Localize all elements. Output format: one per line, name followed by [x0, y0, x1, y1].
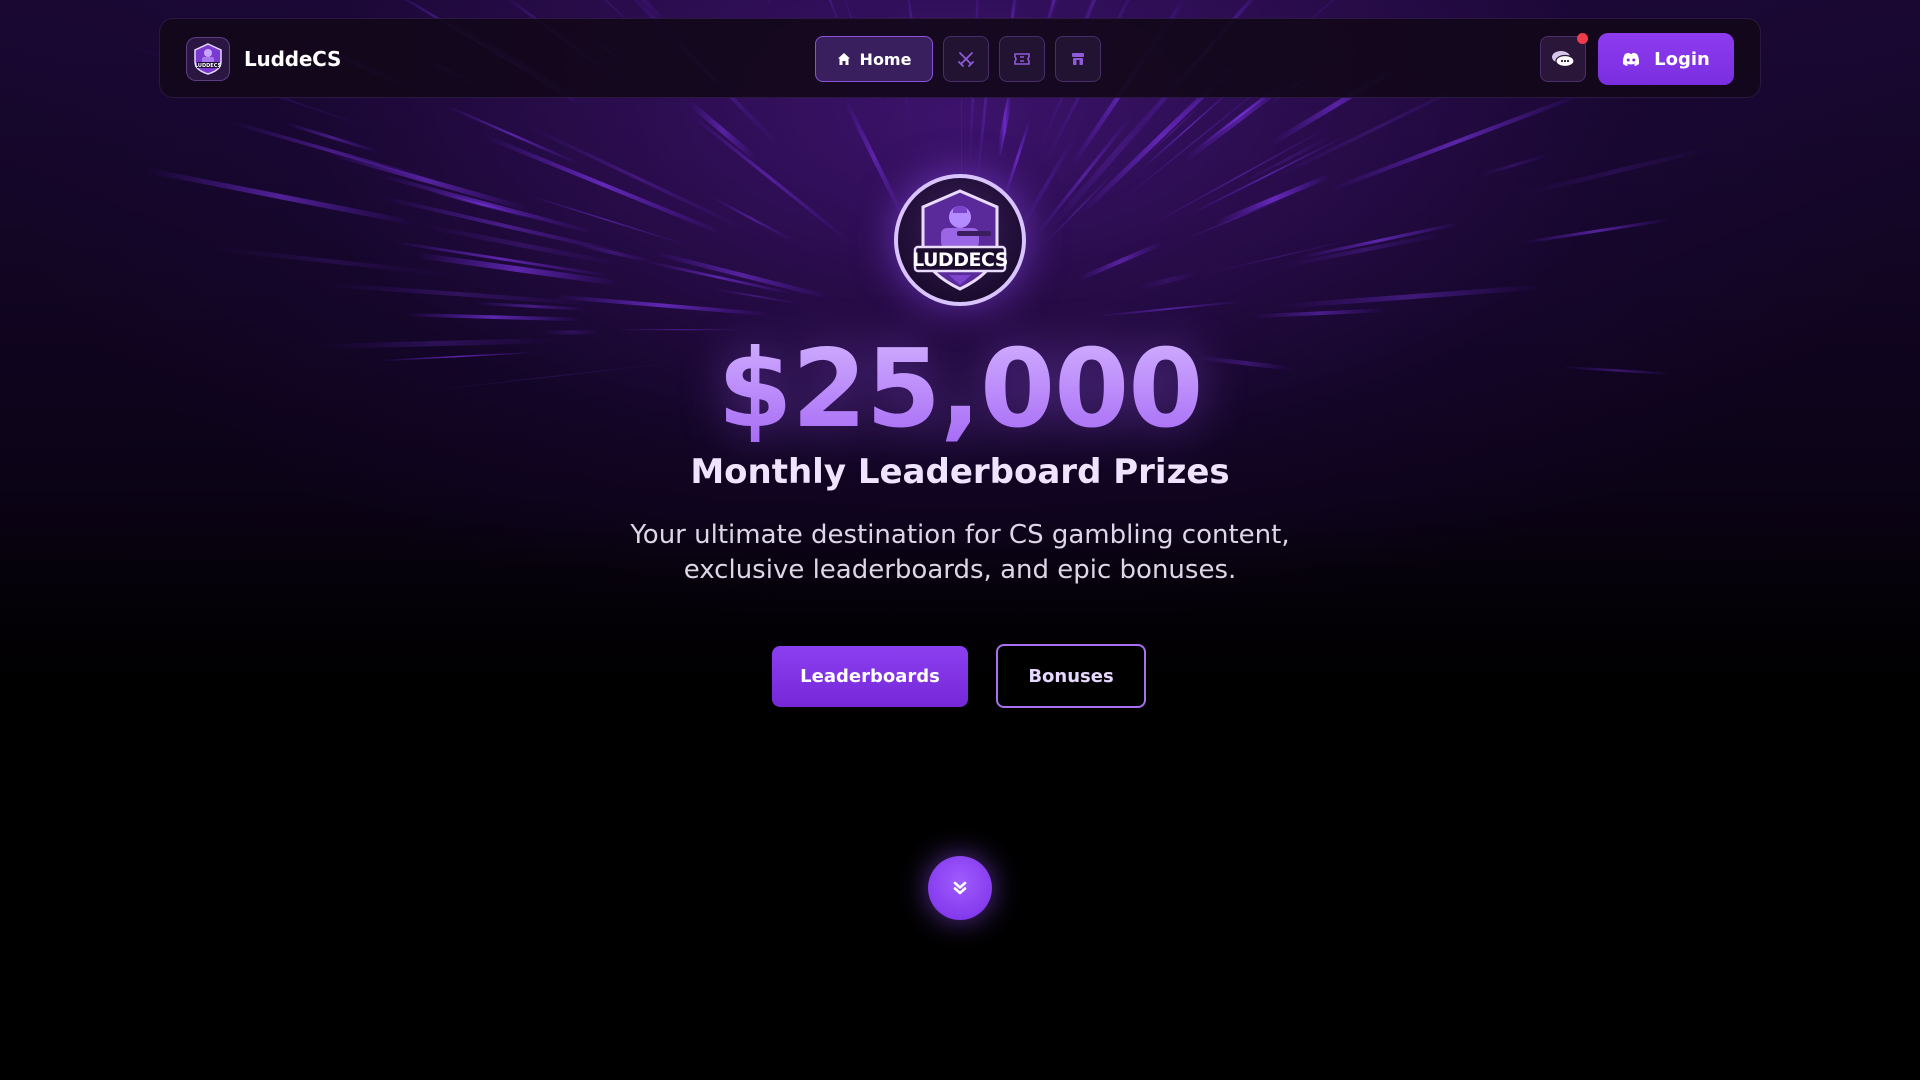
notification-dot: [1577, 33, 1588, 44]
light-streak: [1561, 365, 1674, 376]
light-streak: [1295, 221, 1464, 260]
light-streak: [321, 149, 532, 212]
hero-logo: LUDDECS: [894, 174, 1026, 306]
light-streak: [1326, 92, 1585, 193]
home-icon: [837, 52, 851, 66]
light-streak: [1279, 231, 1450, 269]
leaderboards-button[interactable]: Leaderboards: [772, 645, 968, 707]
store-icon: [1070, 51, 1086, 67]
hero-actions: Leaderboards Bonuses: [772, 644, 1146, 708]
light-streak: [1042, 71, 1189, 237]
nav-battles-button[interactable]: [943, 36, 989, 82]
light-streak: [573, 242, 655, 264]
light-streak: [1251, 308, 1389, 319]
light-streak: [645, 260, 794, 295]
light-streak: [1142, 103, 1203, 160]
light-streak: [1016, 132, 1079, 234]
light-streak: [1199, 237, 1362, 276]
light-streak: [710, 195, 795, 242]
hero-description: Your ultimate destination for CS gamblin…: [560, 518, 1360, 588]
light-streak: [1240, 133, 1337, 185]
light-streak: [1275, 284, 1548, 310]
scroll-down-button[interactable]: [928, 856, 992, 920]
nav-home-label: Home: [859, 49, 912, 69]
light-streak: [842, 96, 906, 219]
light-streak: [551, 294, 774, 317]
light-streak: [522, 122, 749, 232]
light-streak: [225, 119, 441, 184]
light-streak: [1514, 144, 1718, 198]
light-streak: [319, 282, 601, 307]
light-streak: [390, 240, 613, 278]
bonuses-button[interactable]: Bonuses: [996, 644, 1146, 708]
light-streak: [709, 287, 802, 305]
nav-actions: Login: [1540, 33, 1734, 85]
light-streak: [1034, 114, 1134, 237]
brand-logo: LUDDECS: [186, 37, 230, 81]
chevron-down-icon: [951, 880, 969, 896]
light-streak: [378, 351, 537, 362]
discord-icon: [1622, 52, 1640, 66]
light-streak: [1184, 196, 1289, 240]
light-streak: [142, 167, 420, 226]
light-streak: [685, 110, 852, 244]
login-button[interactable]: Login: [1598, 33, 1734, 85]
ticket-icon: [1013, 51, 1031, 67]
light-streak: [481, 134, 725, 236]
light-streak: [524, 193, 688, 246]
nav-home-button[interactable]: Home: [815, 36, 933, 82]
light-streak: [1477, 153, 1552, 178]
hero-description-line-2: exclusive leaderboards, and epic bonuses…: [683, 555, 1237, 585]
light-streak: [445, 104, 582, 166]
light-streak: [1076, 240, 1165, 282]
light-streak: [995, 90, 1015, 156]
chat-icon: [1550, 49, 1576, 69]
brand-name: LuddeCS: [244, 47, 342, 71]
svg-text:LUDDECS: LUDDECS: [195, 63, 222, 69]
light-streak: [853, 0, 858, 3]
light-streak: [1212, 172, 1334, 227]
light-streak: [1520, 218, 1672, 245]
hero-subtitle: Monthly Leaderboard Prizes: [690, 452, 1230, 492]
light-streak: [403, 312, 584, 322]
light-streak: [1138, 84, 1237, 172]
light-streak: [414, 222, 628, 268]
prize-amount: $25,000: [560, 330, 1360, 450]
crossed-swords-icon: [957, 50, 975, 68]
hero-description-line-1: Your ultimate destination for CS gamblin…: [630, 520, 1290, 550]
nav-store-button[interactable]: [1055, 36, 1101, 82]
light-streak: [651, 250, 833, 300]
light-streak: [1048, 0, 1058, 20]
light-streak: [1147, 123, 1335, 227]
hero-logo-text: LUDDECS: [912, 249, 1008, 271]
brand[interactable]: LUDDECS LuddeCS: [186, 36, 341, 82]
light-streak: [315, 337, 564, 350]
light-streak: [282, 121, 382, 154]
light-streak: [411, 252, 623, 287]
light-streak: [1040, 171, 1116, 248]
light-streak: [1186, 133, 1351, 217]
light-streak: [376, 173, 597, 235]
top-navbar: LUDDECS LuddeCS Home Login: [159, 18, 1761, 98]
page: LUDDECS LuddeCS Home Login LUDDECS $25,0…: [0, 0, 1920, 1080]
light-streak: [425, 189, 538, 221]
light-streak: [685, 99, 759, 162]
light-streak: [376, 195, 630, 256]
login-label: Login: [1654, 48, 1710, 70]
light-streak: [1096, 300, 1243, 318]
nav-links: Home: [815, 35, 1101, 83]
light-streak: [1135, 270, 1202, 291]
light-streak: [472, 301, 591, 311]
nav-tickets-button[interactable]: [999, 36, 1045, 82]
chat-button[interactable]: [1540, 33, 1588, 82]
light-streak: [767, 0, 773, 6]
light-streak: [204, 245, 459, 278]
